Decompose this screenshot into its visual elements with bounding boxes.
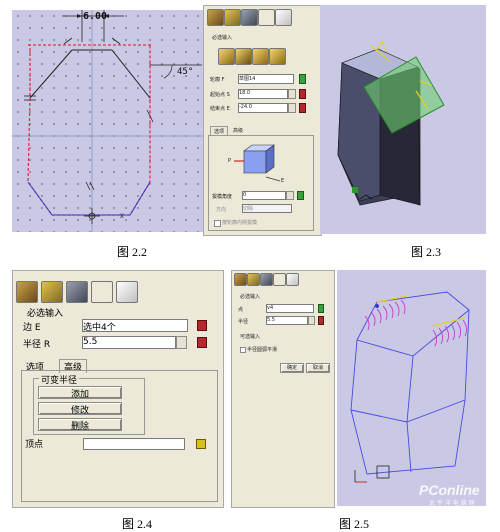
edge-label: 边 E [23, 323, 41, 333]
direction-select[interactable]: 切除 [242, 204, 292, 213]
radius-label: 半径 R [23, 340, 51, 350]
notes-icon[interactable] [275, 9, 292, 26]
glasses-icon[interactable] [258, 9, 275, 26]
fig24-caption: 图 2.4 [122, 517, 153, 531]
vertex-label: 顶点 [25, 440, 44, 450]
point-select-button[interactable] [318, 304, 324, 313]
add-button[interactable]: 添加 [38, 386, 122, 400]
fig25-3d-view: PConline 太 平 洋 电 脑 网 [337, 270, 486, 507]
vertex-field[interactable] [83, 438, 185, 450]
edge-select-button[interactable] [197, 320, 207, 331]
direction-label: 方向 [216, 207, 227, 213]
profile-select-button[interactable] [299, 74, 306, 84]
layers-icon[interactable] [66, 281, 88, 303]
draft-angle-field[interactable]: 0 [242, 191, 286, 200]
draft-angle-spinner[interactable] [286, 191, 294, 200]
draft-angle-select-button[interactable] [297, 191, 304, 200]
section-required-label: 必选输入 [212, 35, 233, 41]
cancel-button[interactable]: 取消 [306, 363, 330, 373]
notes-icon[interactable] [286, 273, 299, 286]
watermark-subtitle: 太 平 洋 电 脑 网 [429, 500, 475, 507]
section-required-label: 必选输入 [27, 309, 64, 319]
draft-angle-label: 拔模角度 [212, 194, 233, 200]
axis-p-label: P [228, 158, 232, 164]
glasses-icon[interactable] [273, 273, 286, 286]
sketch-icon[interactable] [234, 273, 247, 286]
pin-icon[interactable] [247, 273, 260, 286]
delete-button[interactable]: 删除 [38, 418, 122, 432]
layers-icon[interactable] [260, 273, 273, 286]
radius-select-button[interactable] [318, 316, 324, 325]
radius-label: 半径 [238, 319, 249, 325]
point-field[interactable]: v4 [266, 304, 314, 313]
profile-field[interactable]: 草图14 [238, 74, 294, 84]
vertex-select-button[interactable] [196, 439, 206, 449]
profile-label: 轮廓 F [210, 77, 225, 83]
fig23-dialog: 必选输入 轮廓 F 草图14 起始点 S 18.0 结束点 E -24.0 选项… [203, 5, 322, 236]
shell-mode-icon[interactable] [252, 48, 269, 65]
inner-draft-checkbox[interactable] [214, 220, 221, 227]
notes-icon[interactable] [116, 281, 138, 303]
smooth-checkbox-label: 半径圆弧平滑 [247, 347, 278, 353]
tab-advanced[interactable]: 高级 [230, 126, 246, 135]
radius-select-button[interactable] [197, 337, 207, 348]
pin-icon[interactable] [224, 9, 241, 26]
end-select-button[interactable] [299, 103, 306, 113]
cut-mode-icon[interactable] [235, 48, 252, 65]
section-required-label: 必选输入 [240, 294, 261, 300]
fillet-preview [364, 299, 468, 347]
edge-field[interactable]: 选中4个 [82, 319, 188, 333]
fig23-3d-view [320, 5, 486, 234]
fig23-model-render [337, 39, 445, 206]
axis-e-label: E [281, 178, 285, 184]
layers-icon[interactable] [241, 9, 258, 26]
radius-field[interactable]: 5.5 [82, 336, 176, 349]
fig25-caption: 图 2.5 [339, 517, 370, 531]
x-axis-mark: X [120, 213, 124, 220]
fig25-dialog: 必选输入 点 v4 半径 5.5 可选输入 半径圆弧平滑 确定 取消 [231, 270, 335, 508]
fig23-caption: 图 2.3 [411, 245, 442, 259]
sketch-icon[interactable] [207, 9, 224, 26]
watermark-logo: PConline [419, 482, 480, 498]
radius-spinner[interactable] [308, 316, 315, 325]
pin-icon[interactable] [41, 281, 63, 303]
thin-mode-icon[interactable] [269, 48, 286, 65]
fig24-dialog: 必选输入 边 E 选中4个 半径 R 5.5 选项 高级 可变半径 添加 修改 … [12, 270, 224, 508]
start-field[interactable]: 18.0 [238, 89, 288, 99]
start-label: 起始点 S [210, 92, 230, 98]
dim-angle-label: 45° [177, 67, 193, 77]
fig22-caption: 图 2.2 [117, 245, 148, 259]
fig22-sketch-drawing: 6.00 45° X [12, 10, 210, 232]
variable-radius-label: 可变半径 [39, 373, 80, 386]
fig22-sketch-canvas: 6.00 45° X [12, 10, 210, 232]
dim-top-label: 6.00 [83, 11, 107, 22]
point-label: 点 [238, 307, 244, 313]
radius-spinner[interactable] [176, 336, 187, 349]
ok-button[interactable]: 确定 [280, 363, 304, 373]
sketch-icon[interactable] [16, 281, 38, 303]
section-optional-label: 可选输入 [240, 334, 261, 340]
inner-draft-checkbox-label: 按轮廓内侧拔模 [222, 220, 258, 226]
end-label: 结束点 E [210, 106, 230, 112]
glasses-icon[interactable] [91, 281, 113, 303]
start-spinner[interactable] [288, 89, 296, 99]
radius-field[interactable]: 5.5 [266, 316, 308, 325]
start-select-button[interactable] [299, 89, 306, 99]
modify-button[interactable]: 修改 [38, 402, 122, 416]
end-spinner[interactable] [288, 103, 296, 113]
extrude-mode-icon[interactable] [218, 48, 235, 65]
end-field[interactable]: -24.0 [238, 103, 288, 113]
smooth-checkbox[interactable] [240, 347, 246, 353]
fig25-model-render [350, 291, 470, 483]
